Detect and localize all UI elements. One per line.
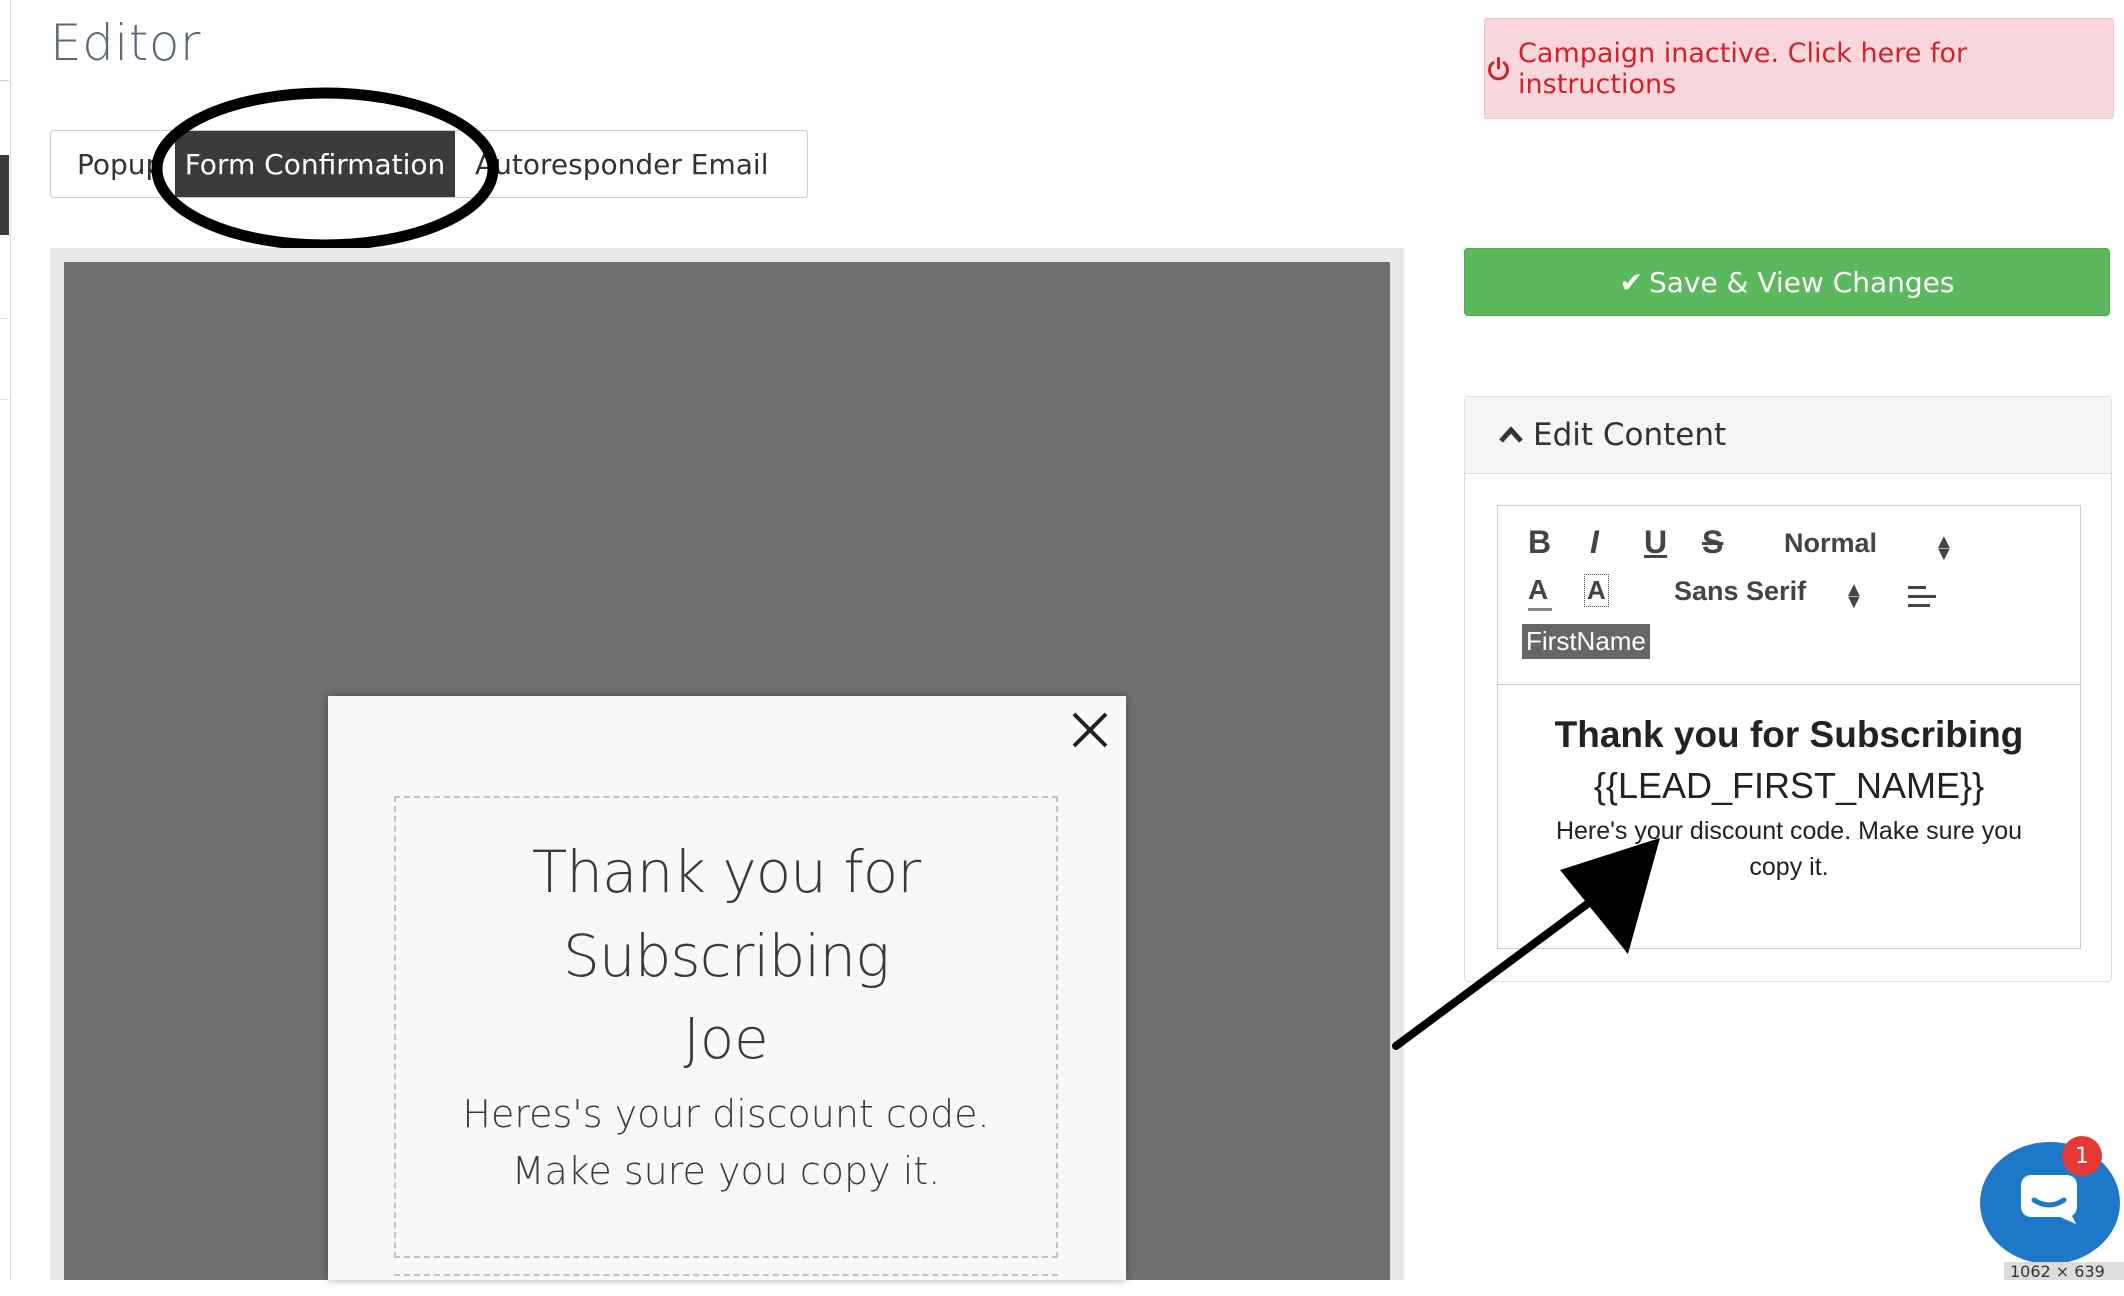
save-view-changes-button[interactable]: ✔ Save & View Changes	[1464, 248, 2110, 316]
close-icon[interactable]	[1068, 708, 1112, 752]
popup-next-block	[394, 1274, 1058, 1296]
sidebar-item[interactable]	[0, 80, 9, 157]
font-family-select[interactable]: Sans Serif	[1674, 576, 1806, 607]
font-color-indicator	[1528, 608, 1552, 611]
tab-popup[interactable]: Popup	[51, 131, 175, 197]
bold-button[interactable]: B	[1528, 524, 1551, 561]
tab-form-confirmation[interactable]: Form Confirmation	[175, 131, 455, 197]
editor-tabs: Popup Form Confirmation Autoresponder Em…	[50, 130, 808, 198]
font-size-select[interactable]: Normal	[1784, 528, 1877, 559]
align-left-icon[interactable]	[1908, 584, 1938, 610]
tab-autoresponder-email[interactable]: Autoresponder Email	[455, 131, 807, 197]
font-color-button[interactable]: A	[1528, 574, 1548, 606]
popup-body: Heres's your discount code. Make sure yo…	[462, 1092, 990, 1193]
editor-content-area[interactable]: Thank you for Subscribing {{LEAD_FIRST_N…	[1498, 685, 2080, 885]
edit-content-panel: Edit Content B I U S Normal ▲ ▼ A A Sans …	[1464, 396, 2112, 982]
editor-token: {{LEAD_FIRST_NAME}}	[1593, 765, 1985, 806]
popup-content-block[interactable]: Thank you for Subscribing Joe Heres's yo…	[394, 796, 1058, 1258]
strikethrough-button[interactable]: S	[1702, 524, 1723, 561]
alert-text: Campaign inactive. Click here for instru…	[1518, 37, 1968, 100]
font-size-arrows-icon[interactable]: ▲ ▼	[1934, 532, 1954, 564]
editor-body: Here's your discount code. Make sure you…	[1555, 817, 2023, 881]
page-title: Editor	[50, 14, 201, 72]
edit-content-label: Edit Content	[1533, 417, 1727, 453]
dimensions-label: 1062 × 639	[2004, 1262, 2124, 1281]
confirmation-popup: Thank you for Subscribing Joe Heres's yo…	[328, 696, 1126, 1280]
underline-button[interactable]: U	[1644, 524, 1667, 561]
popup-name: Joe	[683, 1007, 769, 1072]
check-icon: ✔	[1619, 265, 1643, 299]
chevron-up-icon	[1499, 426, 1523, 443]
power-icon	[1488, 56, 1509, 80]
sidebar-item[interactable]	[0, 318, 9, 400]
chat-icon	[2021, 1175, 2077, 1224]
campaign-inactive-alert[interactable]: Campaign inactive. Click here for instru…	[1484, 18, 2114, 119]
app-sidebar-edge	[0, 0, 11, 1280]
font-family-arrows-icon[interactable]: ▲ ▼	[1844, 580, 1864, 612]
editor-heading: Thank you for Subscribing	[1554, 714, 2024, 755]
rich-text-editor: B I U S Normal ▲ ▼ A A Sans Serif ▲ ▼ Firs…	[1497, 505, 2081, 949]
editor-toolbar: B I U S Normal ▲ ▼ A A Sans Serif ▲ ▼ Firs…	[1498, 506, 2080, 685]
edit-content-header[interactable]: Edit Content	[1465, 397, 2111, 474]
notification-badge: 1	[2062, 1136, 2102, 1176]
sidebar-item-active[interactable]	[0, 155, 9, 235]
background-color-button[interactable]: A	[1584, 574, 1609, 607]
italic-button[interactable]: I	[1590, 524, 1599, 561]
save-button-label: Save & View Changes	[1648, 265, 1955, 299]
firstname-token-button[interactable]: FirstName	[1522, 624, 1650, 659]
popup-heading: Thank you for Subscribing	[531, 838, 921, 990]
